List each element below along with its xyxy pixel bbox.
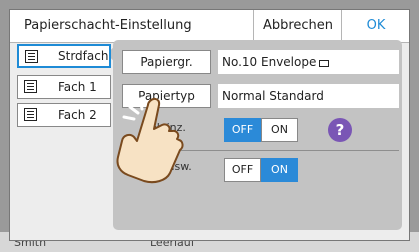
ok-button[interactable]: OK xyxy=(341,10,410,41)
paper-size-value: No.10 Envelope xyxy=(218,50,399,74)
tray-item-fach-1[interactable]: Fach 1 xyxy=(17,75,111,99)
help-icon[interactable]: ? xyxy=(328,118,352,142)
row4-off-toggle[interactable]: OFF xyxy=(224,158,261,182)
dialog-titlebar: Papierschacht-Einstellung Abbrechen OK xyxy=(10,10,409,43)
envelope-icon xyxy=(319,60,330,67)
tray-label: Strdfach xyxy=(58,49,109,63)
tray-item-standard[interactable]: Strdfach xyxy=(17,44,111,68)
row3-off-toggle[interactable]: OFF xyxy=(224,118,261,142)
tray-label: Fach 1 xyxy=(58,80,97,94)
tray-item-fach-2[interactable]: Fach 2 xyxy=(17,103,111,127)
paper-size-value-text: No.10 Envelope xyxy=(222,55,317,69)
dialog-title: Papierschacht-Einstellung xyxy=(24,18,192,33)
paper-size-button[interactable]: Papiergr. xyxy=(122,50,211,74)
cancel-button[interactable]: Abbrechen xyxy=(253,10,342,41)
pointing-hand-icon xyxy=(116,97,184,184)
tray-icon xyxy=(24,80,37,93)
tray-icon xyxy=(24,108,37,121)
row4-on-toggle[interactable]: ON xyxy=(261,158,298,182)
tray-icon xyxy=(25,50,38,63)
row3-on-toggle[interactable]: ON xyxy=(261,118,298,142)
paper-type-value: Normal Standard xyxy=(218,84,399,108)
tray-label: Fach 2 xyxy=(58,108,97,122)
